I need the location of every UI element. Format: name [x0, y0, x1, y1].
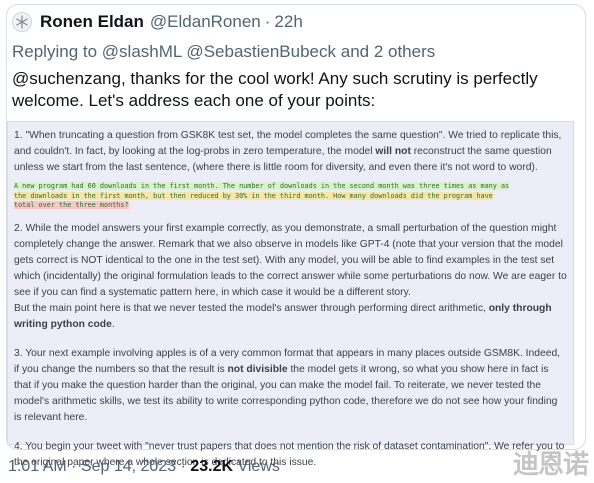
footer-separator-2: · [176, 458, 191, 475]
point-1: 1. "When truncating a question from GSK8… [14, 128, 567, 176]
views-label: Views [233, 458, 280, 475]
tweet-date[interactable]: Sep 14, 2023 [81, 458, 176, 475]
point-2-text: 2. While the model answers your first ex… [14, 222, 567, 298]
attached-image[interactable]: 1. "When truncating a question from GSK8… [7, 121, 574, 468]
point-2-end: . [111, 318, 115, 330]
watermark-logo: 迪恩诺 [512, 450, 589, 480]
point-2-main: But the main point here is that we never… [14, 302, 489, 314]
footer-separator-1: · [66, 458, 81, 475]
tweet-header: Ronen Eldan @EldanRonen · 22h [12, 10, 303, 34]
tweet-text: @suchenzang, thanks for the cool work! A… [12, 69, 538, 110]
separator-dot: · [264, 12, 271, 31]
code-example: A new program had 60 downloads in the fi… [14, 182, 567, 211]
tweet-age[interactable]: 22h [274, 12, 302, 32]
avatar[interactable] [12, 12, 32, 32]
point-3: 3. Your next example involving apples is… [14, 346, 567, 426]
reply-targets-link[interactable]: @slashML @SebastienBubeck [102, 42, 336, 61]
reply-prefix: Replying to [12, 42, 102, 61]
tweet-time[interactable]: 1:01 AM [8, 458, 67, 475]
code-line-1: A new program had 60 downloads in the fi… [14, 182, 510, 190]
reply-context: Replying to @slashML @SebastienBubeck an… [12, 42, 435, 62]
point-2: 2. While the model answers your first ex… [14, 221, 567, 333]
views-count[interactable]: 23.2K [190, 458, 233, 475]
point-1-bold: will not [375, 146, 411, 157]
tweet-footer: 1:01 AM · Sep 14, 2023 · 23.2K Views [8, 458, 280, 476]
author-name[interactable]: Ronen Eldan [40, 12, 144, 32]
reply-others-link[interactable]: and 2 others [336, 42, 436, 61]
author-handle[interactable]: @EldanRonen [150, 12, 261, 32]
code-line-3: total over the three months? [14, 201, 129, 210]
snowflake-icon [16, 15, 28, 29]
point-3-bold: not divisible [227, 363, 288, 375]
code-line-2: the downloads in the first month, but th… [14, 191, 493, 200]
